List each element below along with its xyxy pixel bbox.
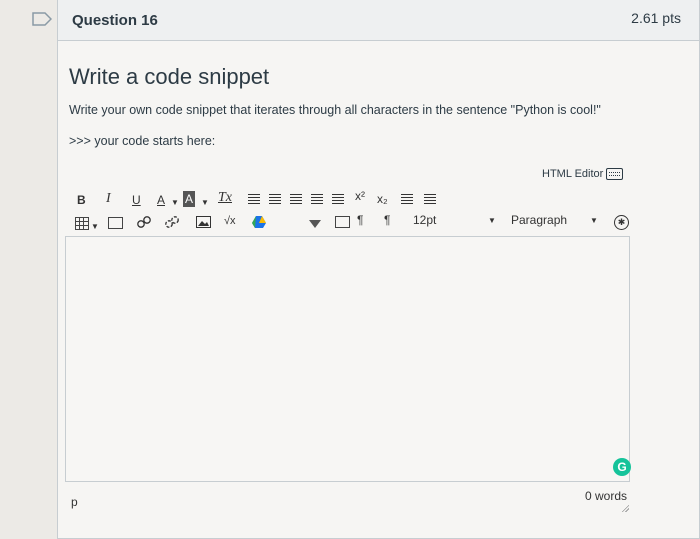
numbered-list-icon[interactable] [424, 193, 436, 207]
font-size-select[interactable]: 12pt [413, 213, 436, 227]
bullet-list-icon[interactable] [401, 193, 413, 207]
superscript-icon[interactable]: x² [355, 189, 365, 203]
media-icon[interactable] [335, 216, 350, 231]
text-color-dropdown-icon[interactable]: ▼ [171, 196, 179, 210]
clear-formatting-icon[interactable]: Tx [218, 191, 232, 205]
table-icon[interactable] [75, 217, 89, 233]
paragraph-select[interactable]: Paragraph [511, 213, 567, 227]
text-color-icon[interactable]: A [157, 193, 165, 207]
ltr-icon[interactable]: ¶ [357, 213, 363, 227]
dropdown-icon[interactable] [309, 217, 321, 231]
question-points: 2.61 pts [631, 10, 681, 26]
subscript-icon[interactable]: x₂ [377, 192, 388, 206]
question-title: Question 16 [72, 12, 158, 29]
word-count: 0 words [585, 489, 628, 503]
html-editor-label: HTML Editor [542, 168, 604, 180]
flag-icon[interactable] [32, 12, 52, 26]
font-size-dropdown-icon[interactable]: ▼ [488, 216, 496, 225]
question-header: Question 16 2.61 pts [58, 0, 699, 41]
drive-icon[interactable] [252, 215, 266, 228]
question-heading: Write a code snippet [69, 64, 270, 89]
answer-editor[interactable] [65, 236, 630, 482]
link-icon[interactable] [136, 215, 152, 229]
keyboard-icon [606, 168, 624, 180]
html-editor-link[interactable]: HTML Editor [542, 168, 624, 180]
table-dropdown-icon[interactable]: ▼ [91, 220, 99, 234]
bold-icon[interactable]: B [77, 193, 86, 207]
equation-icon[interactable]: √x [224, 214, 236, 228]
question-card: Question 16 2.61 pts Write a code snippe… [57, 0, 700, 539]
element-path[interactable]: p [71, 495, 78, 509]
align-left-icon[interactable] [248, 193, 260, 207]
outdent-icon[interactable] [332, 193, 344, 207]
underline-icon[interactable]: U [132, 193, 141, 207]
rtl-icon[interactable]: ¶ [384, 213, 390, 227]
code-start-text: >>> your code starts here: [69, 134, 216, 148]
embed-icon[interactable] [108, 217, 123, 232]
align-center-icon[interactable] [269, 193, 281, 207]
align-right-icon[interactable] [290, 193, 302, 207]
resize-handle-icon[interactable] [621, 504, 629, 512]
paragraph-dropdown-icon[interactable]: ▼ [590, 216, 598, 225]
grammarly-icon[interactable]: G [613, 458, 631, 476]
indent-icon[interactable] [311, 193, 323, 207]
accessibility-icon[interactable]: ✱ [614, 214, 629, 230]
background-color-dropdown-icon[interactable]: ▼ [201, 196, 209, 210]
unlink-icon[interactable] [164, 215, 180, 229]
background-color-icon[interactable]: A [183, 191, 196, 207]
italic-icon[interactable]: I [106, 192, 111, 206]
question-prompt: Write your own code snippet that iterate… [69, 103, 601, 117]
image-icon[interactable] [196, 216, 211, 228]
